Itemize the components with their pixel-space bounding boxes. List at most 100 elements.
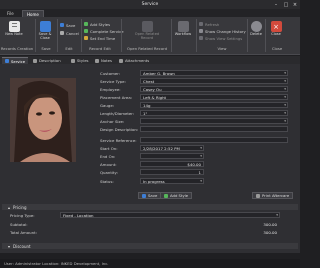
save-close-button[interactable]: Save & Close bbox=[37, 21, 53, 40]
close-icon: × bbox=[270, 21, 282, 32]
workflow-icon bbox=[177, 21, 189, 32]
customer-field[interactable]: Amber G. Brown ▾ bbox=[140, 70, 288, 76]
ribbon-separator bbox=[171, 19, 172, 52]
quantity-field[interactable]: 1 bbox=[140, 169, 204, 175]
show-change-history-button[interactable]: Show Change History bbox=[199, 28, 246, 34]
settings-icon bbox=[199, 36, 203, 40]
tab-description[interactable]: Description bbox=[30, 57, 64, 64]
anchor-size-field[interactable]: ▾ bbox=[140, 118, 288, 124]
set-end-time-button[interactable]: Set End Time bbox=[84, 35, 115, 41]
tab-notes[interactable]: Notes bbox=[92, 57, 115, 64]
refresh-button[interactable]: Refresh bbox=[199, 21, 219, 27]
chevron-down-icon[interactable]: ▾ bbox=[200, 179, 202, 183]
save-close-label: Save & Close bbox=[38, 32, 52, 40]
subtotal-value: 300.00 bbox=[263, 221, 277, 227]
customer-label: Customer: bbox=[100, 70, 121, 76]
tab-home[interactable]: Home bbox=[22, 10, 44, 17]
chevron-down-icon[interactable]: ▾ bbox=[200, 154, 202, 158]
customer-value: Amber G. Brown bbox=[143, 70, 175, 76]
group-close: Close bbox=[271, 46, 283, 51]
open-related-record-button[interactable]: Open Related Record bbox=[132, 21, 162, 40]
design-description-field[interactable] bbox=[140, 126, 288, 132]
amount-field[interactable]: $40.00 bbox=[140, 161, 204, 167]
amount-label: Amount: bbox=[100, 161, 117, 167]
delete-button[interactable]: Delete bbox=[249, 21, 263, 36]
pricing-type-value: Fixed - Location bbox=[63, 212, 94, 218]
group-view: View bbox=[217, 46, 227, 51]
chevron-down-icon[interactable]: ▾ bbox=[276, 213, 278, 217]
tab-attachments[interactable]: Attachments bbox=[116, 57, 152, 64]
related-record-icon bbox=[141, 21, 153, 32]
pricing-type-field[interactable]: Fixed - Location ▾ bbox=[60, 212, 280, 218]
service-reference-field[interactable] bbox=[140, 137, 288, 143]
service-type-value: Chest bbox=[143, 78, 155, 84]
save-button[interactable]: Save bbox=[60, 22, 75, 28]
tab-attachments-label: Attachments bbox=[125, 58, 150, 63]
form-save-button[interactable]: Save bbox=[138, 192, 162, 199]
add-styles-button[interactable]: Add Styles bbox=[84, 21, 110, 27]
subtotal-label: Subtotal: bbox=[10, 221, 28, 227]
chevron-down-icon[interactable]: ▾ bbox=[284, 71, 286, 75]
discount-section-header[interactable]: ▾ Discount bbox=[2, 243, 298, 249]
gauge-field[interactable]: 14g ▾ bbox=[140, 102, 288, 108]
new-note-button[interactable]: New Note bbox=[4, 21, 24, 36]
add-styles-label: Add Styles bbox=[90, 21, 111, 27]
ribbon-separator bbox=[247, 19, 248, 52]
show-view-settings-button[interactable]: Show View Settings bbox=[199, 35, 242, 41]
print-aftercare-label: Print Aftercare bbox=[262, 193, 290, 198]
tab-service[interactable]: Service bbox=[2, 57, 29, 64]
tab-styles[interactable]: Styles bbox=[68, 57, 92, 64]
delete-icon bbox=[250, 21, 262, 32]
chevron-down-icon[interactable]: ▾ bbox=[284, 87, 286, 91]
attachments-icon bbox=[119, 58, 123, 63]
notes-icon bbox=[95, 58, 99, 63]
service-reference-label: Service Reference: bbox=[100, 137, 137, 143]
print-aftercare-button[interactable]: Print Aftercare bbox=[252, 192, 294, 199]
status-bar: User: Administrator Location: INKED Deve… bbox=[0, 259, 300, 268]
note-icon bbox=[8, 21, 20, 32]
design-description-label: Design Description: bbox=[100, 126, 139, 132]
tab-file[interactable]: File bbox=[3, 10, 18, 17]
tab-description-label: Description bbox=[39, 58, 61, 63]
start-on-value: 2/28/2017 2:52 PM bbox=[143, 145, 180, 151]
group-records-creation: Records Creation bbox=[0, 46, 34, 51]
chevron-down-icon[interactable]: ▾ bbox=[200, 146, 202, 150]
new-note-label: New Note bbox=[5, 32, 23, 36]
length-diameter-value: 1" bbox=[143, 110, 148, 116]
status-field[interactable]: In progress ▾ bbox=[140, 178, 204, 184]
chevron-down-icon[interactable]: ▾ bbox=[284, 111, 286, 115]
start-on-field[interactable]: 2/28/2017 2:52 PM ▾ bbox=[140, 145, 204, 151]
status-label: Status: bbox=[100, 178, 114, 184]
chevron-down-icon[interactable]: ▾ bbox=[284, 79, 286, 83]
close-button[interactable]: × Close bbox=[268, 21, 284, 36]
add-style-button[interactable]: Add Style bbox=[160, 192, 193, 199]
discount-section-title: Discount bbox=[13, 243, 31, 249]
close-label: Close bbox=[271, 32, 281, 36]
placement-area-field[interactable]: Left & Right ▾ bbox=[140, 94, 288, 100]
group-save: Save bbox=[41, 46, 51, 51]
service-icon bbox=[5, 59, 9, 63]
service-type-field[interactable]: Chest ▾ bbox=[140, 78, 288, 84]
minimize-button[interactable]: – bbox=[271, 0, 281, 9]
cancel-button[interactable]: Cancel bbox=[60, 30, 79, 36]
add-style-icon bbox=[164, 193, 168, 198]
close-window-button[interactable]: × bbox=[290, 0, 300, 9]
end-on-field[interactable]: ▾ bbox=[140, 153, 204, 159]
add-styles-icon bbox=[84, 22, 88, 26]
show-change-history-label: Show Change History bbox=[205, 28, 246, 34]
pricing-section-title: Pricing bbox=[13, 204, 27, 210]
workflow-button[interactable]: Workflow bbox=[173, 21, 193, 36]
gauge-label: Gauge: bbox=[100, 102, 115, 108]
pricing-section-header[interactable]: ▴ Pricing bbox=[2, 204, 298, 210]
chevron-down-icon[interactable]: ▾ bbox=[284, 95, 286, 99]
chevron-down-icon[interactable]: ▾ bbox=[284, 119, 286, 123]
length-diameter-field[interactable]: 1" ▾ bbox=[140, 110, 288, 116]
add-style-label: Add Style bbox=[170, 193, 189, 198]
window-title: Service bbox=[141, 2, 159, 7]
quantity-label: Quantity: bbox=[100, 169, 118, 175]
complete-service-button[interactable]: Complete Service bbox=[84, 28, 124, 34]
service-type-label: Service Type: bbox=[100, 78, 126, 84]
refresh-icon bbox=[199, 22, 203, 26]
chevron-down-icon[interactable]: ▾ bbox=[284, 103, 286, 107]
employee-field[interactable]: Casey Ou ▾ bbox=[140, 86, 288, 92]
